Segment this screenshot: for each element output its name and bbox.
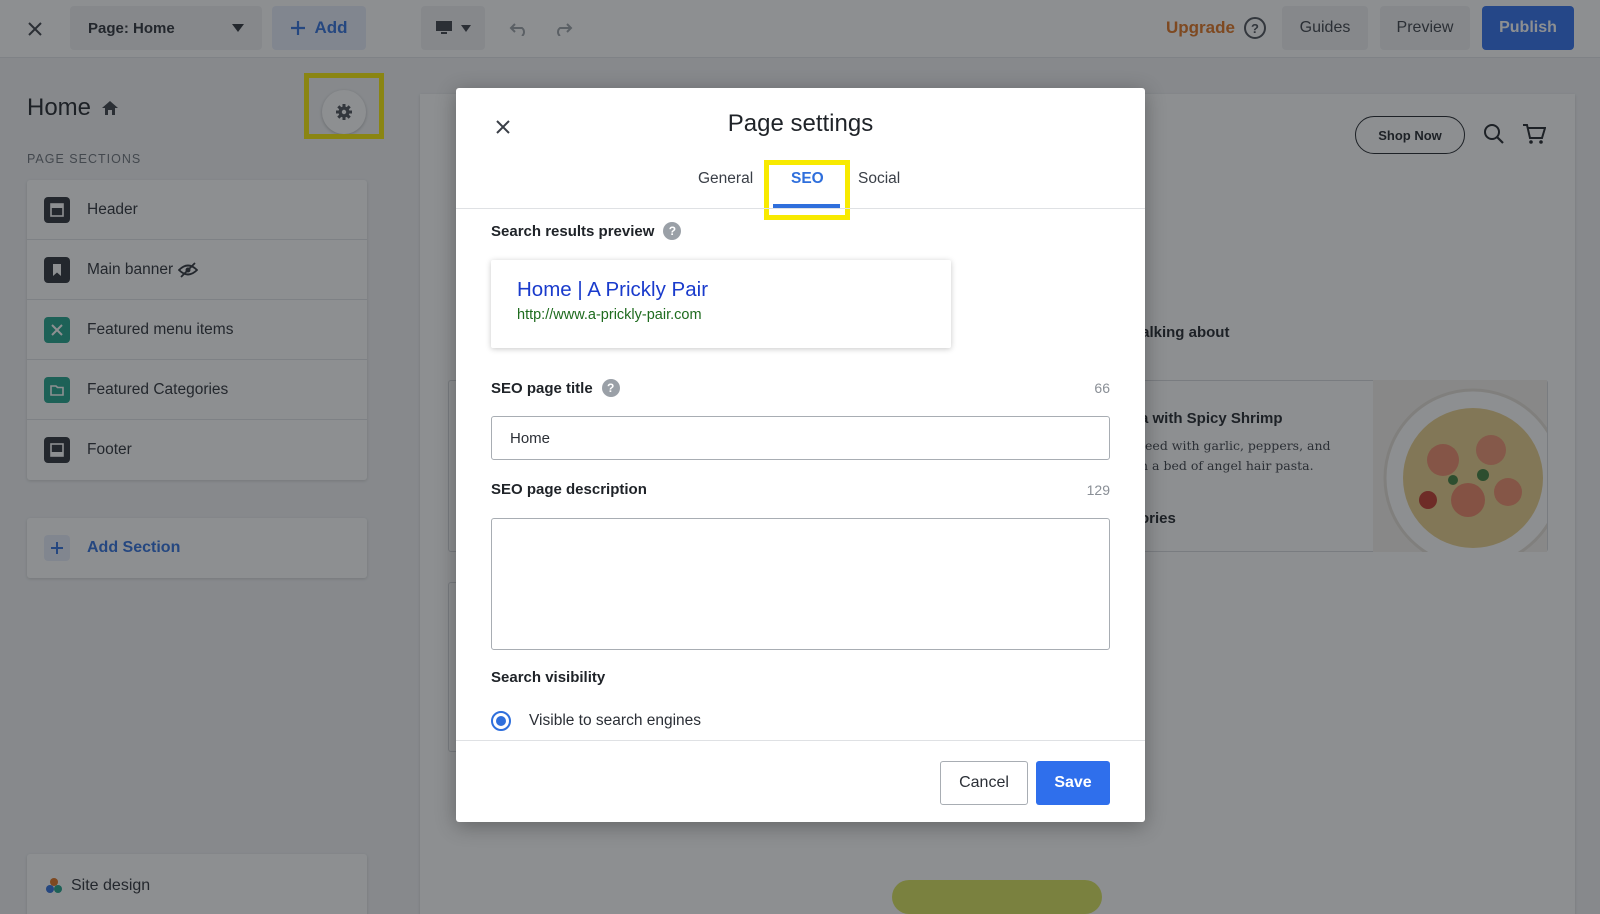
- modal-title: Page settings: [727, 110, 874, 137]
- seo-title-value: Home: [510, 429, 551, 447]
- seo-title-char-count: 66: [1094, 380, 1110, 396]
- tab-social[interactable]: Social: [858, 170, 900, 188]
- search-preview-label-text: Search results preview: [491, 222, 655, 240]
- seo-title-input[interactable]: Home: [491, 416, 1110, 460]
- cancel-button[interactable]: Cancel: [940, 761, 1028, 805]
- radio-selected-icon[interactable]: [491, 711, 511, 731]
- tab-general[interactable]: General: [698, 170, 753, 188]
- seo-title-label-text: SEO page title: [491, 379, 593, 397]
- serp-title: Home | A Prickly Pair: [517, 278, 709, 301]
- save-button[interactable]: Save: [1036, 761, 1110, 805]
- visibility-radio-visible[interactable]: Visible to search engines: [491, 711, 701, 731]
- serp-url: http://www.a-prickly-pair.com: [517, 307, 702, 323]
- page-settings-modal: Page settings General SEO Social Search …: [456, 88, 1145, 822]
- tabs-divider: [456, 208, 1145, 209]
- search-visibility-label-text: Search visibility: [491, 669, 606, 686]
- highlight-box-seo-tab: [764, 160, 850, 220]
- seo-description-label: SEO page description: [491, 481, 647, 498]
- seo-description-char-count: 129: [1086, 482, 1110, 498]
- search-visibility-label: Search visibility: [491, 669, 605, 686]
- footer-divider: [456, 740, 1145, 741]
- visibility-option-label: Visible to search engines: [529, 712, 702, 729]
- search-results-preview: Home | A Prickly Pair http://www.a-prick…: [491, 260, 951, 348]
- seo-description-label-text: SEO page description: [491, 481, 647, 498]
- question-help-icon[interactable]: ?: [663, 222, 682, 240]
- question-help-icon[interactable]: ?: [601, 379, 620, 397]
- search-preview-label: Search results preview ?: [491, 222, 682, 240]
- seo-title-label: SEO page title ?: [491, 379, 620, 397]
- seo-description-textarea[interactable]: [491, 518, 1110, 650]
